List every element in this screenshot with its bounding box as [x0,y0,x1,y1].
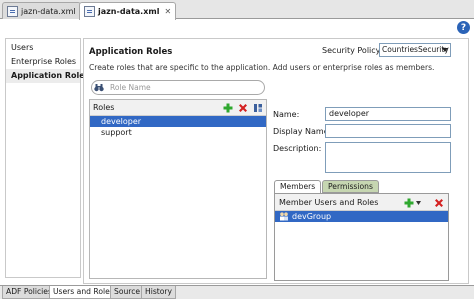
delete-member-icon[interactable] [434,198,444,208]
security-policy-select[interactable]: CountriesSecurity [379,43,451,57]
page-title: Application Roles [89,47,173,57]
member-name: devGroup [292,212,332,221]
group-icon [280,212,288,221]
left-nav: Users Enterprise Roles Application Roles [5,38,89,278]
security-policy-value: CountriesSecurity [382,45,449,54]
tab-users-and-roles[interactable]: Users and Roles [49,286,118,299]
xml-file-icon [84,6,95,17]
tab-permissions[interactable]: Permissions [322,180,379,193]
roles-list-panel: Roles developer support [89,99,267,279]
add-role-icon[interactable] [223,103,233,113]
member-row-devgroup[interactable]: devGroup [275,211,448,222]
editor-tab-bar: jazn-data.xml jazn-data.xml ✕ [0,0,474,20]
editor-tab-jazn-data-2[interactable]: jazn-data.xml ✕ [79,2,177,20]
role-row-developer[interactable]: developer [90,116,266,127]
role-row-support[interactable]: support [90,127,266,138]
xml-file-icon [7,5,18,17]
display-name-input[interactable] [325,124,451,138]
roles-header-label: Roles [93,103,115,112]
roles-header: Roles [90,100,266,116]
description-label: Description: [273,144,322,153]
help-icon[interactable]: ? [457,21,470,34]
editor-tab-label: jazn-data.xml [98,7,160,16]
editor-tab-label: jazn-data.xml [21,6,76,16]
nav-item-enterprise-roles[interactable]: Enterprise Roles [6,55,80,69]
binoculars-icon [94,84,104,92]
nav-item-users[interactable]: Users [6,41,80,55]
add-member-dropdown-icon[interactable] [416,201,421,205]
members-header-label: Member Users and Roles [279,198,379,207]
security-policy-label: Security Policy: [322,46,383,55]
members-panel: Member Users and Roles devGroup [274,193,449,281]
delete-role-icon[interactable] [238,103,248,113]
chevron-down-icon [442,48,448,52]
tab-history[interactable]: History [141,286,177,299]
sort-roles-icon[interactable] [253,103,263,113]
description-textarea[interactable] [325,142,451,173]
tab-members[interactable]: Members [274,180,322,194]
tab-source[interactable]: Source [110,286,145,299]
application-roles-panel: Application Roles Create roles that are … [83,38,469,284]
name-label: Name: [273,110,300,119]
close-tab-icon[interactable]: ✕ [164,7,171,16]
bottom-tab-bar: ADF Policies Users and Roles Source Hist… [0,285,474,299]
members-header: Member Users and Roles [275,194,448,211]
page-description: Create roles that are specific to the ap… [89,63,435,72]
display-name-label: Display Name: [273,127,332,136]
role-name-search-input[interactable]: Role Name [91,80,265,95]
editor-tab-jazn-data-1[interactable]: jazn-data.xml [2,2,81,19]
tab-adf-policies[interactable]: ADF Policies [2,286,56,299]
add-member-icon[interactable] [404,198,414,208]
nav-item-application-roles[interactable]: Application Roles [6,69,89,83]
name-input[interactable]: developer [325,107,451,121]
